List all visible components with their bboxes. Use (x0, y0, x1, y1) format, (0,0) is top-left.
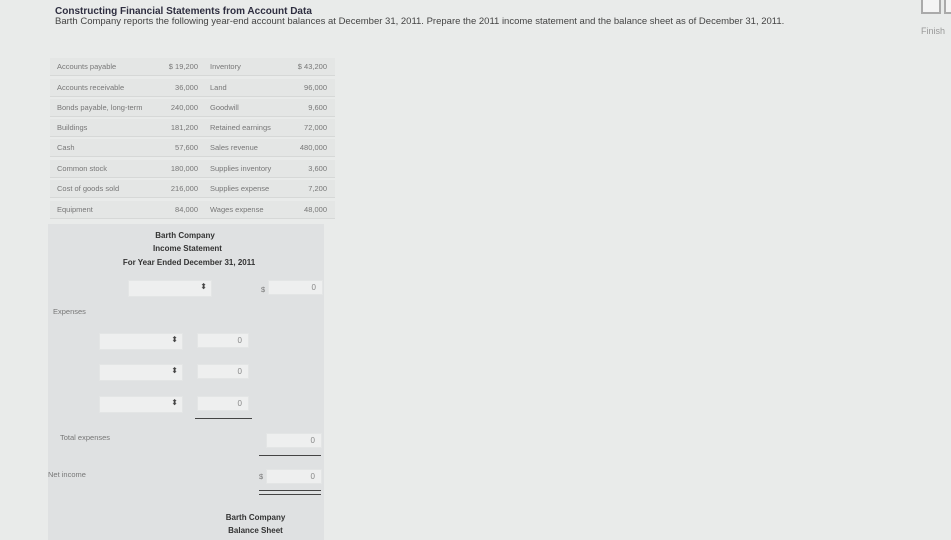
expense-amount-input-1[interactable]: 0 (197, 333, 249, 348)
net-income-label: Net income (48, 470, 86, 479)
problem-description: Barth Company reports the following year… (55, 16, 785, 27)
account-name: Accounts receivable (57, 83, 125, 92)
total-expenses-input[interactable]: 0 (266, 433, 322, 448)
account-name: Cost of goods sold (57, 184, 120, 193)
account-name: Common stock (57, 164, 108, 173)
account-name: Bonds payable, long-term (57, 103, 143, 112)
account-amount: 240,000 (170, 103, 198, 112)
select-arrow-icon: ⬍ (171, 366, 178, 375)
table-row: Cost of goods sold 216,000 Supplies expe… (50, 180, 335, 198)
account-name: Sales revenue (210, 143, 258, 152)
account-amount: 96,000 (304, 83, 327, 92)
account-name: Goodwill (210, 103, 239, 112)
expenses-label: Expenses (53, 307, 86, 316)
table-row: Buildings 181,200 Retained earnings 72,0… (50, 119, 335, 137)
revenue-dollar-sign: $ (261, 285, 266, 294)
account-name: Wages expense (210, 205, 264, 214)
balance-sheet-company: Barth Company (225, 513, 286, 522)
net-income-double-underline-2 (259, 494, 321, 495)
account-name: Supplies expense (210, 184, 270, 193)
account-amount: $ 43,200 (297, 62, 327, 71)
account-amount: 48,000 (304, 205, 327, 214)
window-corner-box-2 (944, 0, 951, 14)
account-amount: 7,200 (308, 184, 327, 193)
finish-button[interactable]: Finish (921, 26, 945, 36)
account-amount: 84,000 (175, 205, 198, 214)
table-row: Bonds payable, long-term 240,000 Goodwil… (50, 99, 335, 117)
income-statement-title: Income Statement (153, 244, 222, 253)
expense-amount-input-3[interactable]: 0 (197, 396, 249, 411)
account-name: Equipment (57, 205, 93, 214)
account-amount: 480,000 (299, 143, 327, 152)
account-amount: 3,600 (308, 164, 327, 173)
account-amount: 36,000 (175, 83, 198, 92)
table-row: Common stock 180,000 Supplies inventory … (50, 160, 335, 178)
account-amount: $ 19,200 (168, 62, 198, 71)
account-amount: 9,600 (308, 103, 327, 112)
total-expenses-label: Total expenses (60, 433, 111, 442)
revenue-account-select[interactable]: ⬍ (128, 280, 212, 297)
account-amount: 180,000 (170, 164, 198, 173)
expense-account-select-2[interactable]: ⬍ (99, 364, 183, 381)
select-arrow-icon: ⬍ (171, 335, 178, 344)
account-amount: 72,000 (304, 123, 327, 132)
account-amount: 181,200 (170, 123, 198, 132)
expense-account-select-3[interactable]: ⬍ (99, 396, 183, 413)
income-statement-panel (48, 224, 324, 540)
table-row: Accounts payable $ 19,200 Inventory $ 43… (50, 58, 335, 76)
net-income-dollar-sign: $ (259, 472, 264, 481)
select-arrow-icon: ⬍ (171, 398, 178, 407)
table-row: Equipment 84,000 Wages expense 48,000 (50, 201, 335, 219)
expense-amount-input-2[interactable]: 0 (197, 364, 249, 379)
table-row: Accounts receivable 36,000 Land 96,000 (50, 79, 335, 97)
expense-account-select-1[interactable]: ⬍ (99, 333, 183, 350)
income-statement-company: Barth Company (155, 231, 215, 240)
account-amount: 57,600 (175, 143, 198, 152)
balance-sheet-title: Balance Sheet (228, 526, 283, 535)
account-name: Supplies inventory (210, 164, 272, 173)
subtotal-underline (195, 418, 252, 419)
account-name: Accounts payable (57, 62, 117, 71)
account-name: Buildings (57, 123, 88, 132)
net-income-input[interactable]: 0 (266, 469, 322, 484)
account-name: Cash (57, 143, 75, 152)
account-amount: 216,000 (170, 184, 198, 193)
income-statement-period: For Year Ended December 31, 2011 (122, 258, 256, 267)
total-expenses-underline (259, 455, 321, 456)
window-corner-box (921, 0, 941, 14)
revenue-amount-input[interactable]: 0 (268, 280, 323, 295)
net-income-double-underline (259, 490, 321, 491)
table-row: Cash 57,600 Sales revenue 480,000 (50, 139, 335, 157)
account-name: Land (210, 83, 227, 92)
select-arrow-icon: ⬍ (200, 282, 207, 291)
account-name: Retained earnings (210, 123, 271, 132)
account-name: Inventory (210, 62, 241, 71)
